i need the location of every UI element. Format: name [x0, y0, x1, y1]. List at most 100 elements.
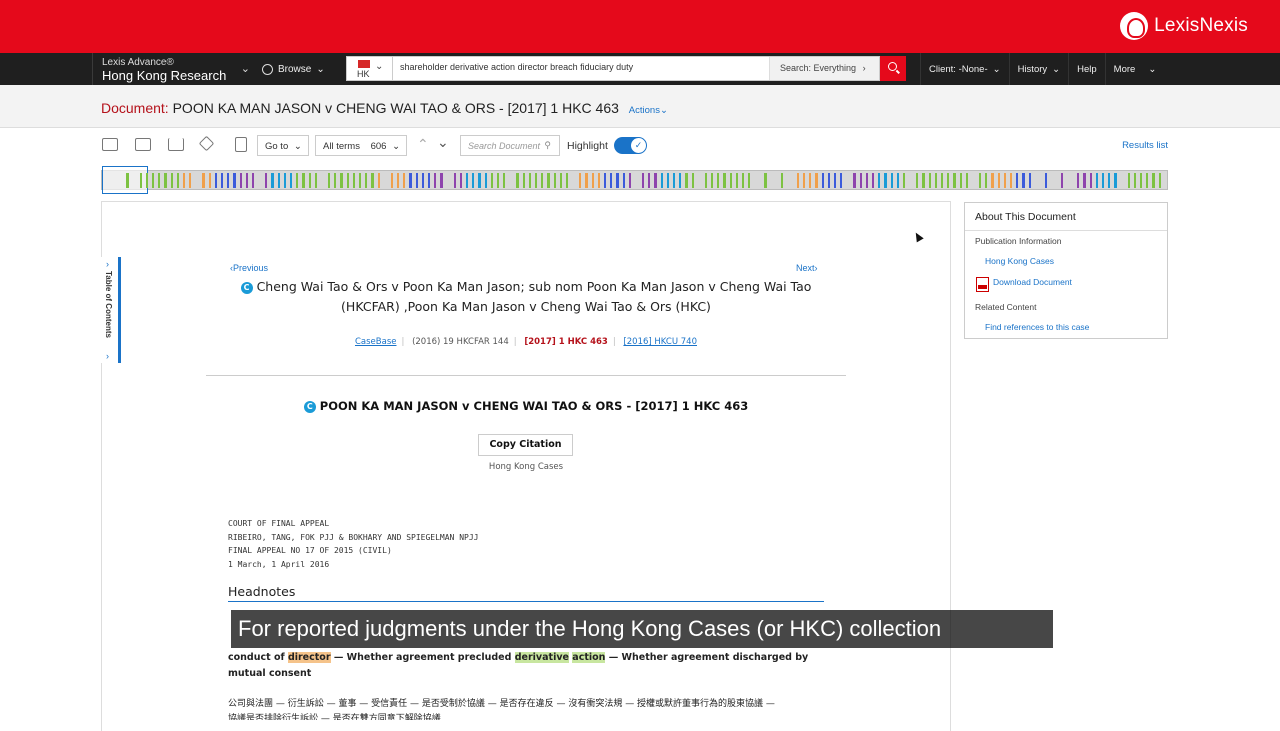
divider	[965, 230, 1167, 231]
find-references-link[interactable]: Find references to this case	[985, 322, 1089, 332]
help-label: Help	[1077, 63, 1097, 75]
term-hit-marker	[960, 173, 962, 188]
search-button[interactable]	[880, 56, 906, 81]
term-hit-marker	[315, 173, 317, 188]
document-search-input[interactable]: Search Document ⚲	[460, 135, 560, 156]
highlight-label: Highlight	[567, 140, 608, 152]
term-hit-marker	[717, 173, 719, 188]
highlighted-term: derivative	[514, 652, 569, 663]
term-hit-marker	[903, 173, 905, 188]
related-case-text: Cheng Wai Tao & Ors v Poon Ka Man Jason;…	[256, 279, 812, 314]
parallel-citations: CaseBase | (2016) 19 HKCFAR 144 | [2017] 1…	[354, 337, 697, 347]
search-icon: ⚲	[544, 140, 551, 150]
headnotes-divider	[228, 601, 824, 602]
term-hit-marker	[922, 173, 925, 188]
term-hit-marker	[929, 173, 931, 188]
related-content-heading: Related Content	[975, 302, 1037, 312]
term-hit-marker	[491, 173, 493, 188]
dropbox-icon[interactable]	[198, 135, 215, 152]
term-hit-marker	[840, 173, 842, 188]
term-hit-marker	[834, 173, 836, 188]
term-hit-marker	[1146, 173, 1148, 188]
term-hit-marker	[541, 173, 543, 188]
term-hit-marker	[529, 173, 531, 188]
next-term-icon[interactable]: ⌄	[437, 134, 449, 151]
hong-kong-cases-link[interactable]: Hong Kong Cases	[985, 256, 1054, 266]
term-hit-marker	[623, 173, 625, 188]
download-document-link[interactable]: Download Document	[993, 277, 1072, 287]
term-hit-marker	[189, 173, 191, 188]
highlighted-term: action	[572, 652, 606, 663]
chevron-down-icon: ⌄	[392, 141, 401, 152]
print-icon[interactable]	[102, 138, 118, 151]
term-hit-marker	[164, 173, 167, 188]
next-link[interactable]: Next›	[796, 263, 818, 273]
term-hit-marker	[403, 173, 405, 188]
brand-name: LexisNexis	[1154, 15, 1248, 36]
term-hit-marker	[302, 173, 305, 188]
term-hit-marker	[815, 173, 818, 188]
term-hit-map[interactable]	[101, 166, 1168, 194]
term-hit-marker	[642, 173, 644, 188]
highlighted-term: director	[287, 652, 331, 663]
term-hit-marker	[371, 173, 374, 188]
term-hit-marker	[422, 173, 424, 188]
browse-menu[interactable]: Browse ⌄	[256, 53, 325, 85]
term-hit-marker	[667, 173, 669, 188]
search-scope-dropdown[interactable]: Search: Everything ›	[769, 57, 879, 80]
lexisnexis-logo[interactable]: LexisNexis	[1120, 12, 1248, 40]
history-label: History	[1017, 63, 1048, 75]
term-hit-marker	[183, 173, 185, 188]
term-hit-marker	[985, 173, 987, 188]
term-hit-marker	[610, 173, 612, 188]
jurisdiction-selector[interactable]: HK ⌄	[347, 57, 393, 80]
client-menu[interactable]: Client: -None- ⌄	[920, 53, 1009, 85]
email-icon[interactable]	[135, 138, 151, 151]
search-input[interactable]: shareholder derivative action director b…	[400, 62, 633, 72]
term-hit-marker	[554, 173, 556, 188]
table-of-contents-tab[interactable]: › Table of Contents ›	[101, 257, 121, 363]
citation-hkcu-link[interactable]: [2016] HKCU 740	[623, 337, 697, 347]
chevron-down-icon: ⌄	[1052, 63, 1061, 75]
casebase-link[interactable]: CaseBase	[355, 337, 397, 347]
previous-term-icon[interactable]: ⌃	[417, 136, 429, 153]
terms-dropdown[interactable]: All terms 606 ⌄	[315, 135, 407, 156]
term-hit-marker	[654, 173, 657, 188]
previous-link[interactable]: ‹Previous	[230, 263, 268, 273]
goto-dropdown[interactable]: Go to ⌄	[257, 135, 309, 156]
document-icon[interactable]	[235, 137, 247, 152]
highlight-toggle[interactable]	[614, 137, 647, 154]
term-hit-marker	[503, 173, 505, 188]
hk-flag-icon	[358, 60, 370, 68]
search-icon	[888, 62, 897, 71]
term-hit-marker	[454, 173, 456, 188]
term-hit-marker	[860, 173, 862, 188]
term-hit-marker	[1096, 173, 1098, 188]
chevron-right-icon: ›	[106, 259, 109, 269]
related-case-title[interactable]: C Cheng Wai Tao & Ors v Poon Ka Man Jason…	[230, 277, 822, 317]
history-menu[interactable]: History ⌄	[1008, 53, 1069, 85]
toc-label: Table of Contents	[104, 271, 113, 338]
client-label: Client: -None-	[929, 63, 988, 75]
hearing-dates: 1 March, 1 April 2016	[228, 560, 330, 570]
actions-menu[interactable]: Actions⌄	[629, 105, 668, 116]
term-hit-marker	[353, 173, 355, 188]
headnotes-heading: Headnotes	[228, 584, 296, 599]
term-hit-marker	[592, 173, 594, 188]
term-hit-marker	[290, 173, 292, 188]
term-hit-marker	[126, 173, 129, 188]
term-hit-marker	[723, 173, 726, 188]
term-hit-marker	[215, 173, 217, 188]
term-hit-marker	[711, 173, 713, 188]
download-icon[interactable]	[168, 138, 184, 151]
results-list-link[interactable]: Results list	[1122, 140, 1168, 151]
help-link[interactable]: Help	[1068, 53, 1105, 85]
term-hit-marker	[935, 173, 937, 188]
term-hit-marker	[1114, 173, 1117, 188]
term-hit-marker	[685, 173, 688, 188]
product-switcher[interactable]: Lexis Advance® Hong Kong Research ⌄	[92, 53, 254, 85]
term-hit-marker	[227, 173, 229, 188]
term-hit-marker	[140, 173, 142, 188]
more-menu[interactable]: More ⌄	[1104, 53, 1171, 85]
copy-citation-button[interactable]: Copy Citation	[478, 434, 573, 456]
